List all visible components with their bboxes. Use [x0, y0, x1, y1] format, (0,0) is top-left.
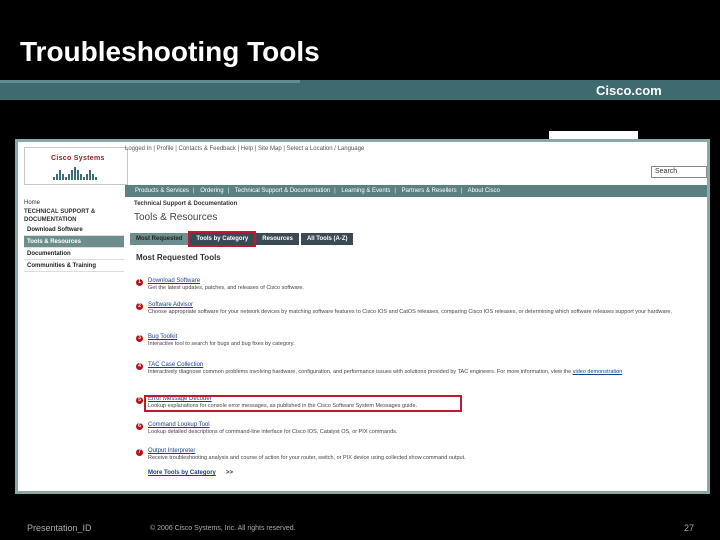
tool-description-text: Interactively diagnose common problems i…	[148, 369, 572, 375]
video-demo-link[interactable]: video demonstration	[573, 369, 623, 375]
tool-description: Get the latest updates, patches, and rel…	[148, 285, 304, 291]
number-badge: 7	[136, 449, 143, 456]
tab-tools-by-category[interactable]: Tools by Category	[188, 231, 257, 247]
tool-link[interactable]: Bug Toolkit	[148, 334, 177, 340]
tool-description: Interactive tool to search for bugs and …	[148, 341, 295, 347]
number-badge: 3	[136, 335, 143, 342]
number-badge: 6	[136, 423, 143, 430]
number-badge: 4	[136, 363, 143, 370]
page-title: Tools & Resources	[134, 212, 218, 223]
main-nav: Products & Services | Ordering | Technical…	[125, 185, 707, 197]
tab-resources[interactable]: Resources	[256, 233, 299, 245]
cisco-logo[interactable]: Cisco Systems	[24, 147, 128, 185]
more-arrow-icon: >>	[226, 470, 234, 476]
tool-link[interactable]: Output Interpreter	[148, 448, 195, 454]
sidebar-item-documentation[interactable]: Documentation	[24, 248, 124, 260]
sidebar: Home TECHNICAL SUPPORT & DOCUMENTATION D…	[24, 200, 124, 272]
tool-description: Receive troubleshooting analysis and cou…	[148, 455, 466, 461]
tool-description: Interactively diagnose common problems i…	[148, 369, 703, 376]
section-title: Most Requested Tools	[136, 253, 221, 262]
logo-text: Cisco Systems	[51, 155, 105, 162]
highlight-box	[144, 395, 462, 412]
tool-link[interactable]: Download Software	[148, 278, 200, 284]
website-page: Cisco Systems Logged In | Profile | Cont…	[18, 142, 707, 491]
brand-label: Cisco.com	[596, 83, 662, 98]
footer-presentation-id: Presentation_ID	[27, 523, 92, 533]
sidebar-item-communities[interactable]: Communities & Training	[24, 260, 124, 272]
nav-item-partners[interactable]: Partners & Resellers	[402, 188, 457, 194]
tool-link[interactable]: TAC Case Collection	[148, 362, 203, 368]
sidebar-section-title: TECHNICAL SUPPORT & DOCUMENTATION	[24, 209, 96, 223]
sidebar-item-tools-resources[interactable]: Tools & Resources	[24, 236, 124, 248]
more-tools-link[interactable]: More Tools by Category	[148, 470, 216, 476]
tab-all-tools[interactable]: All Tools (A-Z)	[300, 233, 354, 245]
sidebar-home-link[interactable]: Home	[24, 200, 124, 206]
breadcrumb[interactable]: Technical Support & Documentation	[134, 201, 237, 207]
footer-copyright: © 2006 Cisco Systems, Inc. All rights re…	[150, 525, 296, 532]
tool-link[interactable]: Software Advisor	[148, 302, 193, 308]
nav-item-support[interactable]: Technical Support & Documentation	[235, 188, 330, 194]
nav-item-products[interactable]: Products & Services	[135, 188, 189, 194]
website-screenshot: Cisco Systems Logged In | Profile | Cont…	[15, 139, 710, 494]
page-number: 27	[684, 523, 695, 533]
search-input[interactable]: Search	[651, 166, 707, 178]
tab-bar: Most Requested Tools by Category Resourc…	[130, 231, 354, 247]
header-band-accent	[0, 80, 300, 83]
tool-description: Choose appropriate software for your net…	[148, 309, 672, 315]
slide-title: Troubleshooting Tools	[20, 36, 320, 67]
sidebar-item-download-software[interactable]: Download Software	[24, 224, 124, 236]
nav-item-ordering[interactable]: Ordering	[200, 188, 223, 194]
number-badge: 2	[136, 303, 143, 310]
nav-item-learning[interactable]: Learning & Events	[341, 188, 390, 194]
nav-item-about[interactable]: About Cisco	[468, 188, 500, 194]
logo-bars-icon	[53, 166, 103, 180]
top-links[interactable]: Logged In | Profile | Contacts & Feedbac…	[125, 146, 364, 152]
tool-description: Lookup detailed descriptions of command-…	[148, 429, 398, 435]
tab-most-requested[interactable]: Most Requested	[130, 233, 189, 245]
number-badge: 5	[136, 397, 143, 404]
number-badge: 1	[136, 279, 143, 286]
tool-link[interactable]: Command Lookup Tool	[148, 422, 210, 428]
